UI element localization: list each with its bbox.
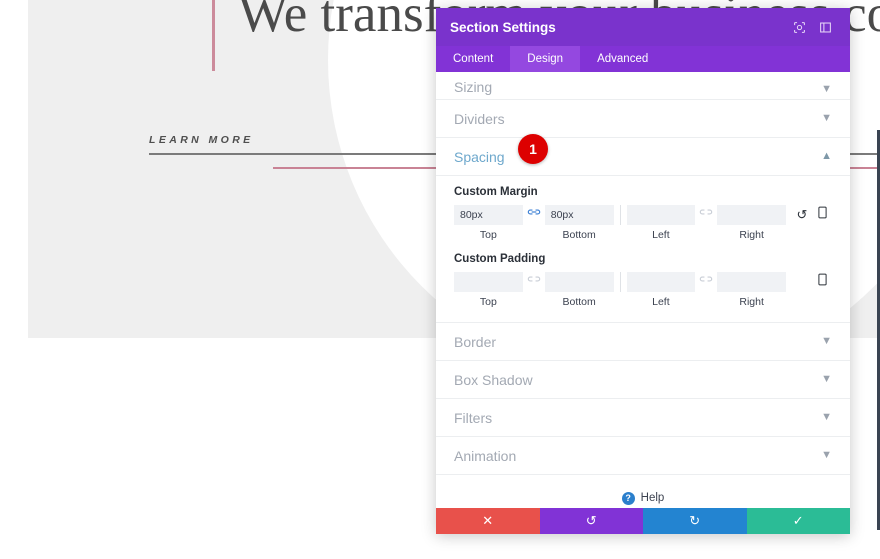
accordion-dividers[interactable]: Dividers ▼ — [436, 100, 850, 138]
modal-action-bar: ✕ ↺ ↻ ✓ — [436, 508, 850, 534]
chevron-down-icon: ▼ — [821, 335, 832, 347]
spacing-panel: Custom Margin 80px 80px ↺ Top Bottom Lef… — [436, 176, 850, 323]
padding-left-input[interactable] — [626, 272, 696, 292]
heading-accent-bar — [212, 0, 215, 71]
field-divider — [619, 272, 621, 292]
step-badge: 1 — [518, 134, 548, 164]
margin-left-sublabel: Left — [652, 229, 670, 241]
margin-reset-icon[interactable]: ↺ — [792, 205, 812, 225]
padding-left-sublabel: Left — [652, 296, 670, 308]
custom-padding-sublabels: Top Bottom Left Right — [454, 296, 832, 308]
margin-top-sublabel: Top — [479, 229, 497, 241]
chevron-down-icon: ▼ — [821, 112, 832, 124]
help-icon: ? — [621, 491, 635, 505]
chevron-down-icon: ▼ — [821, 373, 832, 385]
modal-header: Section Settings — [436, 8, 850, 46]
field-divider — [619, 205, 621, 225]
chevron-down-icon: ▼ — [821, 83, 832, 95]
margin-bottom-input[interactable] — [544, 205, 614, 225]
tab-advanced[interactable]: Advanced — [580, 46, 665, 72]
chevron-down-icon: ▼ — [821, 449, 832, 461]
chevron-down-icon: ▼ — [821, 411, 832, 423]
modal-tabs: Content Design Advanced — [436, 46, 850, 72]
section-settings-modal: Section Settings Content Design Advanced — [436, 8, 850, 534]
help-label: Help — [640, 492, 665, 504]
learn-more-link[interactable]: LEARN MORE — [149, 134, 254, 146]
margin-bottom-sublabel: Bottom — [562, 229, 596, 241]
accordion-sizing[interactable]: Sizing ▼ — [436, 72, 850, 100]
custom-padding-row — [454, 272, 832, 292]
layout-toggle-icon[interactable] — [814, 16, 836, 38]
padding-responsive-icon[interactable] — [812, 272, 832, 292]
margin-right-input[interactable] — [717, 205, 786, 225]
expand-icon[interactable] — [788, 16, 810, 38]
custom-margin-label: Custom Margin — [454, 186, 538, 198]
padding-top-sublabel: Top — [479, 296, 497, 308]
chevron-up-icon: ▲ — [821, 150, 832, 162]
modal-body: Sizing ▼ Dividers ▼ Spacing ▲ Custom Mar… — [436, 72, 850, 508]
margin-left-input[interactable] — [626, 205, 696, 225]
padding-top-input[interactable] — [454, 272, 523, 292]
padding-right-sublabel: Right — [739, 296, 764, 308]
accordion-box-shadow[interactable]: Box Shadow ▼ — [436, 361, 850, 399]
help-link[interactable]: ? Help — [436, 475, 850, 508]
margin-left-right-link-icon[interactable] — [695, 205, 717, 225]
padding-bottom-sublabel: Bottom — [562, 296, 596, 308]
margin-top-bottom-link-icon[interactable] — [523, 205, 545, 225]
padding-right-input[interactable] — [717, 272, 786, 292]
tab-content[interactable]: Content — [436, 46, 510, 72]
padding-bottom-input[interactable] — [544, 272, 614, 292]
tab-design[interactable]: Design — [510, 46, 581, 72]
accordion-filters-label: Filters — [454, 409, 493, 426]
margin-top-input[interactable] — [454, 205, 523, 225]
custom-padding-label: Custom Padding — [454, 253, 546, 265]
padding-top-bottom-link-icon[interactable] — [523, 272, 545, 292]
cancel-button[interactable]: ✕ — [436, 508, 540, 534]
accordion-border-label: Border — [454, 333, 497, 350]
custom-margin-row: ↺ — [454, 205, 832, 225]
margin-responsive-icon[interactable] — [812, 205, 832, 225]
accordion-spacing[interactable]: Spacing ▲ — [436, 138, 850, 176]
custom-margin-sublabels: Top Bottom Left Right — [454, 229, 832, 241]
accordion-animation[interactable]: Animation ▼ — [436, 437, 850, 475]
accordion-filters[interactable]: Filters ▼ — [436, 399, 850, 437]
padding-reset-placeholder — [792, 272, 812, 292]
accordion-border[interactable]: Border ▼ — [436, 323, 850, 361]
accordion-dividers-label: Dividers — [454, 110, 505, 127]
accordion-spacing-label: Spacing — [454, 148, 505, 165]
undo-button[interactable]: ↺ — [539, 508, 643, 534]
accordion-sizing-label: Sizing — [454, 79, 493, 95]
save-button[interactable]: ✓ — [746, 508, 850, 534]
accordion-animation-label: Animation — [454, 447, 517, 464]
screen: We transform your business communities L… — [0, 0, 880, 559]
modal-title: Section Settings — [450, 19, 556, 35]
margin-right-sublabel: Right — [739, 229, 764, 241]
redo-button[interactable]: ↻ — [643, 508, 747, 534]
accordion-box-shadow-label: Box Shadow — [454, 371, 533, 388]
padding-left-right-link-icon[interactable] — [695, 272, 717, 292]
